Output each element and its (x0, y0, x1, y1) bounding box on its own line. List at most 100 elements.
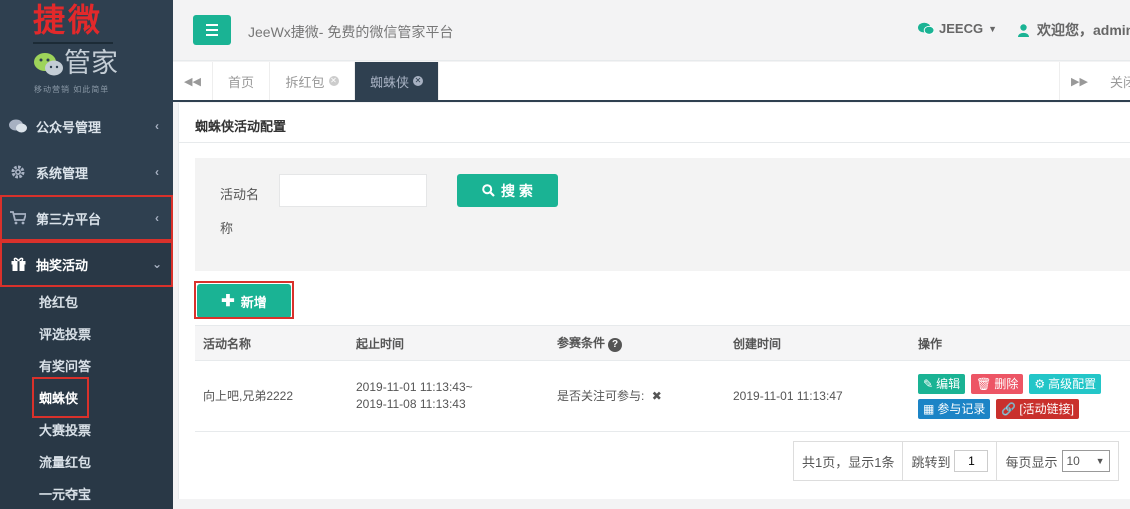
submenu-item-red-packet[interactable]: 抢红包 (39, 293, 78, 313)
close-tab-icon[interactable]: ✕ (413, 76, 423, 86)
records-label: 参与记录 (937, 402, 986, 416)
column-header[interactable]: 创建时间 (725, 325, 910, 361)
gears-icon: ⚙ (1034, 376, 1046, 391)
tab-scroll-left-button[interactable]: ◀◀ (173, 62, 213, 100)
delete-label: 删除 (994, 377, 1019, 391)
chevron-left-icon: ‹ (155, 165, 159, 179)
gift-icon (8, 256, 28, 272)
site-title: JeeWx捷微- 免费的微信管家平台 (248, 24, 454, 40)
edit-label: 编辑 (936, 377, 961, 391)
submenu-highlight-box (32, 377, 89, 418)
sidebar-item-label: 系统管理 (36, 165, 89, 181)
advanced-config-button[interactable]: ⚙ 高级配置 (1029, 373, 1102, 394)
tab-red-packet[interactable]: 拆红包 ✕ (270, 62, 355, 100)
column-header[interactable]: 起止时间 (348, 325, 549, 361)
divider (179, 142, 1130, 143)
per-page-label: 每页显示 (1005, 454, 1058, 470)
logo-main-text: 捷微 (33, 1, 104, 39)
user-icon (1018, 23, 1029, 37)
page-size-value: 10 (1066, 454, 1080, 468)
trash-icon: 🗑 (976, 376, 992, 391)
column-header[interactable]: 活动名称 (195, 325, 348, 361)
activity-link-button[interactable]: 🔗 [活动链接] (996, 398, 1079, 419)
account-label: JEECG (939, 21, 984, 36)
chevron-left-icon: ‹ (155, 119, 159, 133)
period-end: 2019-11-08 11:13:43 (356, 397, 466, 411)
tab-label: 首页 (227, 74, 254, 90)
table-icon: ▦ (923, 401, 935, 416)
table-row: 向上吧,兄弟2222 2019-11-01 11:13:43~ 2019-11-… (195, 360, 1130, 432)
content-panel: 蜘蛛侠活动配置 活动名称 搜 索 ✚ 新增 活动名称 起止时间 参赛条件? 创建… (178, 103, 1130, 499)
condition-text: 是否关注可参与: (557, 388, 645, 403)
logo-slogan: 移动营销 如此简单 (34, 85, 110, 94)
cross-icon: ✖ (651, 388, 662, 403)
sidebar-item-third-party[interactable]: 第三方平台 ‹ (0, 195, 173, 241)
sidebar-item-label: 抽奖活动 (36, 257, 89, 273)
logo-divider (33, 42, 113, 44)
close-tab-icon[interactable]: ✕ (328, 76, 339, 86)
chevron-down-icon: ⌄ (151, 257, 163, 271)
sidebar-item-account-management[interactable]: 公众号管理 ‹ (0, 103, 173, 149)
delete-button[interactable]: 🗑 删除 (971, 373, 1024, 394)
tab-label: 拆红包 (285, 74, 325, 90)
logo: 捷微 管家 移动营销 如此简单 (0, 0, 173, 100)
tab-home[interactable]: 首页 (213, 62, 270, 100)
sidebar-item-system-management[interactable]: 系统管理 ‹ (0, 149, 173, 195)
submenu-item-data-red-packet[interactable]: 流量红包 (39, 453, 91, 473)
user-welcome[interactable]: 欢迎您，admin (1018, 20, 1130, 40)
pager-summary: 共1页，显示1条 (794, 442, 904, 480)
wechat-logo-icon (34, 53, 63, 76)
logo-sub-text: 管家 (64, 48, 118, 79)
sidebar-item-label: 第三方平台 (36, 211, 102, 227)
cart-icon (8, 210, 28, 226)
tab-bar: ◀◀ 首页 拆红包 ✕ 蜘蛛侠 ✕ ▶▶ 关闭 (173, 62, 1130, 102)
help-icon[interactable]: ? (608, 338, 623, 352)
caret-down-icon: ▼ (1095, 456, 1105, 466)
wechat-icon (8, 118, 28, 134)
caret-down-icon: ▼ (988, 23, 997, 34)
period-start: 2019-11-01 11:13:43~ (356, 380, 473, 394)
pager-size: 每页显示 10 ▼ (997, 442, 1117, 480)
submenu-item-quiz[interactable]: 有奖问答 (39, 357, 91, 377)
records-button[interactable]: ▦ 参与记录 (918, 398, 991, 419)
link-icon: 🔗 (1001, 401, 1017, 416)
jump-page-input[interactable] (954, 450, 989, 472)
chevron-left-icon: ‹ (155, 211, 159, 225)
gear-icon (8, 164, 28, 180)
jump-label: 跳转到 (911, 454, 951, 470)
submenu-item-contest-vote[interactable]: 大赛投票 (39, 421, 91, 441)
tab-label: 蜘蛛侠 (369, 74, 409, 90)
account-dropdown[interactable]: JEECG ▼ (918, 21, 997, 36)
search-button[interactable]: 搜 索 (457, 174, 558, 207)
cell-condition: 是否关注可参与: ✖ (549, 360, 725, 432)
tab-close-menu[interactable]: 关闭 (1108, 62, 1130, 100)
link-label: [活动链接] (1019, 402, 1074, 416)
activity-table: 活动名称 起止时间 参赛条件? 创建时间 操作 向上吧,兄弟2222 2019-… (195, 325, 1130, 432)
edit-icon: ✎ (923, 376, 934, 391)
cell-period: 2019-11-01 11:13:43~ 2019-11-08 11:13:43 (348, 360, 549, 432)
sidebar-item-label: 公众号管理 (36, 119, 102, 135)
menu-toggle-button[interactable] (193, 15, 231, 45)
edit-button[interactable]: ✎ 编辑 (918, 373, 966, 394)
page-title: 蜘蛛侠活动配置 (195, 119, 287, 134)
tab-scroll-right-button[interactable]: ▶▶ (1059, 62, 1099, 100)
search-button-label: 搜 索 (501, 182, 533, 199)
sidebar-item-lottery[interactable]: 抽奖活动 ⌄ (0, 241, 173, 287)
search-icon (482, 184, 495, 197)
submenu-item-one-yuan[interactable]: 一元夺宝 (39, 485, 91, 505)
column-header: 操作 (910, 325, 1130, 361)
table-header-row: 活动名称 起止时间 参赛条件? 创建时间 操作 (195, 325, 1130, 361)
page-size-select[interactable]: 10 ▼ (1061, 450, 1110, 472)
column-header-condition[interactable]: 参赛条件? (549, 325, 725, 361)
welcome-text: 欢迎您，admin (1037, 22, 1130, 38)
cell-created: 2019-11-01 11:13:47 (725, 360, 910, 432)
search-panel: 活动名称 搜 索 (195, 158, 1130, 271)
wechat-icon (918, 22, 934, 35)
column-header-label: 参赛条件 (557, 336, 606, 350)
submenu-item-vote[interactable]: 评选投票 (39, 325, 91, 345)
search-label: 活动名称 (220, 187, 260, 236)
advanced-label: 高级配置 (1048, 377, 1097, 391)
activity-name-input[interactable] (279, 174, 427, 207)
tab-spiderman[interactable]: 蜘蛛侠 ✕ (355, 62, 439, 100)
pager-jump: 跳转到 (903, 442, 998, 480)
